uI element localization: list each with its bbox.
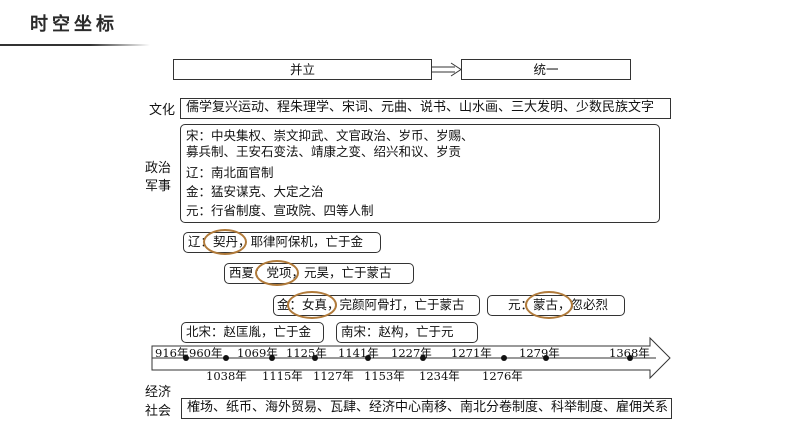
regime-liao-detail: ，耶律阿保机，亡于金: [238, 234, 364, 249]
year-label-bottom: 1153年: [364, 369, 405, 383]
regime-xixia-detail: ，元昊，亡于蒙古: [291, 265, 392, 280]
politics-box: 宋：中央集权、崇文抑武、文官政治、岁币、岁赐、 募兵制、王安石变法、靖康之变、绍…: [180, 124, 660, 223]
regime-xixia-box: 西夏：党项，元昊，亡于蒙古: [224, 263, 414, 284]
year-label-bottom: 1115年: [262, 369, 303, 383]
year-label-top: 1141年: [338, 346, 379, 360]
regime-northern-song-box: 北宋：赵匡胤，亡于金: [181, 322, 324, 343]
year-label-top: 1279年: [519, 346, 560, 360]
politics-song-line-1: 宋：中央集权、崇文抑武、文官政治、岁币、岁赐、: [186, 128, 474, 143]
politics-jin-line: 金：猛安谋克、大定之治: [186, 184, 324, 199]
politics-liao-line: 辽：南北面官制: [186, 165, 274, 180]
highlight-oval-khitan: [203, 229, 247, 255]
economy-label: 经济: [145, 385, 172, 400]
year-label-bottom: 1127年: [313, 369, 354, 383]
year-label-top: 960年: [189, 346, 223, 360]
timeline-point: [183, 355, 189, 361]
timeline-point: [365, 355, 371, 361]
year-label-bottom: 1234年: [419, 369, 460, 383]
economy-box: 榷场、纸币、海外贸易、瓦肆、经济中心南移、南北分卷制度、科举制度、雇佣关系: [181, 398, 672, 419]
politics-label: 政治: [145, 161, 172, 176]
society-label: 社会: [145, 404, 172, 419]
military-label: 军事: [145, 179, 172, 194]
timeline-point: [269, 355, 275, 361]
regime-southern-song-box: 南宋：赵构，亡于元: [336, 322, 478, 343]
regime-jin-detail: ，完颜阿骨打，亡于蒙古: [327, 297, 465, 312]
timeline-point: [627, 355, 633, 361]
highlight-oval-jurchen: [287, 291, 337, 319]
timeline-point: [420, 355, 426, 361]
politics-song-line-2: 募兵制、王安石变法、靖康之变、绍兴和议、岁贡: [186, 144, 462, 159]
timeline-point: [543, 355, 549, 361]
culture-label: 文化: [149, 103, 176, 118]
politics-yuan-line: 元：行省制度、宣政院、四等人制: [186, 203, 374, 218]
year-label-top: 1125年: [286, 346, 327, 360]
phase-unification: 统一: [461, 59, 631, 80]
timeline-point: [223, 355, 229, 361]
year-label-bottom: 1276年: [482, 369, 523, 383]
year-label-bottom: 1038年: [206, 369, 247, 383]
phase-coexistence: 并立: [173, 59, 432, 80]
highlight-oval-tangut: [255, 260, 299, 286]
year-label-top: 1271年: [451, 346, 492, 360]
highlight-oval-mongol: [525, 291, 573, 319]
timeline-point: [501, 355, 507, 361]
culture-box: 儒学复兴运动、程朱理学、宋词、元曲、说书、山水画、三大发明、少数民族文字: [180, 98, 671, 119]
timeline-point: [312, 355, 318, 361]
